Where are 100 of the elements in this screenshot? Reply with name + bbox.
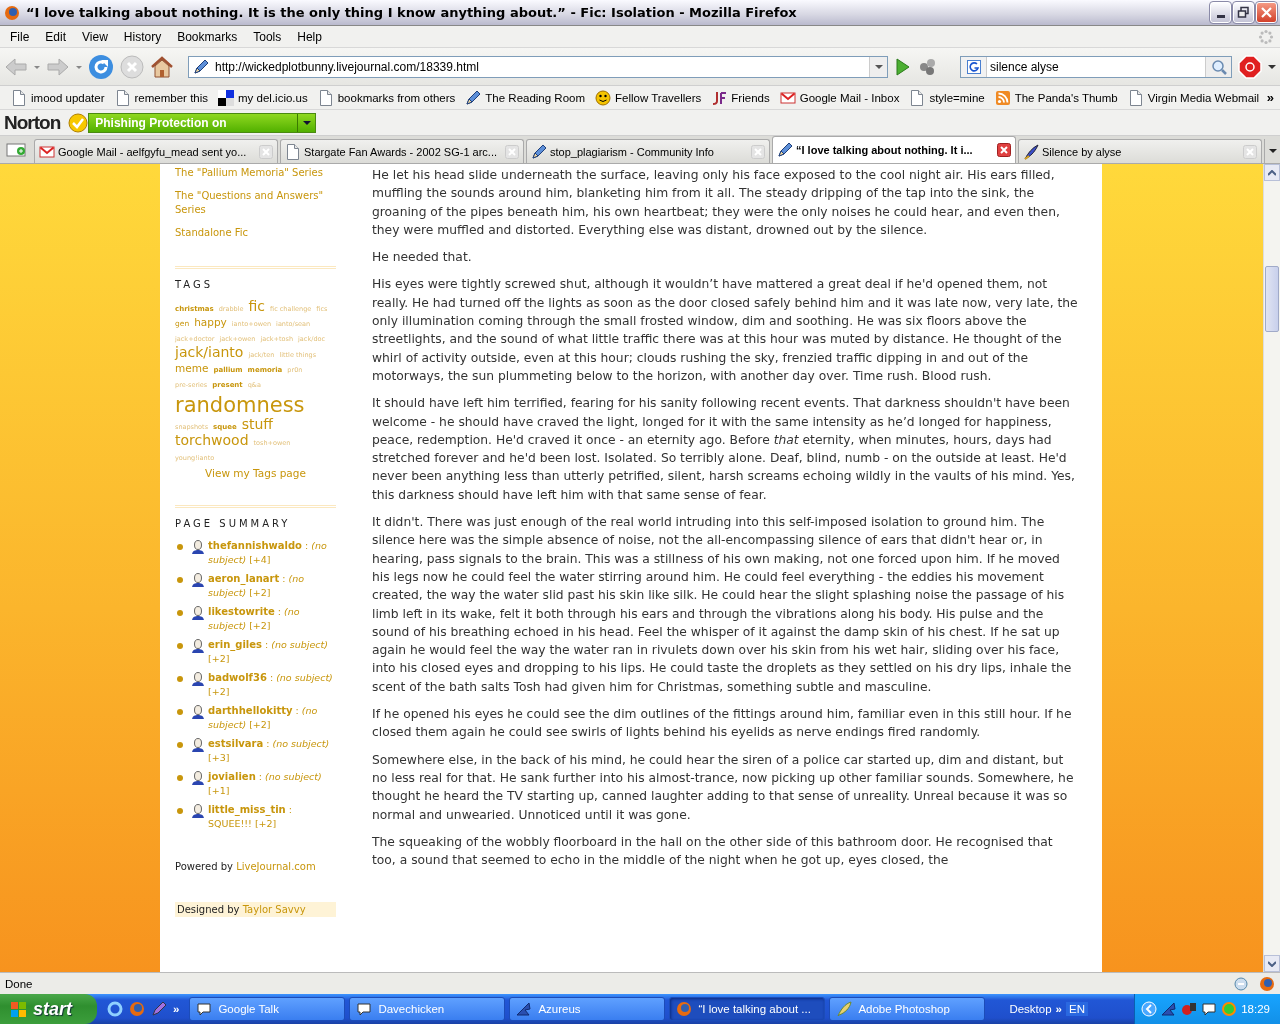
menu-item[interactable]: File (4, 27, 36, 46)
series-link[interactable]: Standalone Fic (175, 226, 336, 240)
dropdown-caret-icon[interactable] (874, 64, 883, 69)
tag-link[interactable]: fic (248, 300, 266, 313)
bookmark-item[interactable]: bookmarks from others (312, 87, 461, 108)
taskbar-button[interactable]: Davechicken (349, 997, 506, 1021)
envelope-icon (39, 143, 55, 160)
livejournal-link[interactable]: LiveJournal.com (236, 861, 316, 872)
taskbar-button[interactable]: “I love talking about ... (669, 997, 826, 1021)
user-icon[interactable] (189, 737, 205, 752)
tab-list-caret-icon[interactable] (1268, 149, 1277, 153)
caret-icon[interactable] (76, 65, 82, 68)
new-tab-icon[interactable] (6, 141, 26, 159)
tray-app-icon[interactable] (1181, 1001, 1198, 1017)
dropdown-caret-icon[interactable] (302, 120, 311, 125)
tab-close-icon[interactable] (997, 143, 1011, 157)
user-icon[interactable] (189, 671, 205, 686)
user-icon[interactable] (189, 803, 205, 818)
cluster-icon[interactable] (918, 57, 936, 76)
start-button[interactable]: start (0, 994, 97, 1024)
tags-page-link[interactable]: View my Tags page (175, 467, 336, 479)
bookmark-item[interactable]: Virgin Media Webmail (1122, 87, 1265, 108)
home-icon[interactable] (150, 54, 174, 79)
desktop-toolbar-label[interactable]: Desktop (1009, 1003, 1052, 1015)
page-summary-entry[interactable]: darthhellokitty : (no subject) [+2] (208, 704, 336, 732)
browser-tab[interactable]: stop_plagiarism - Community Info (526, 139, 770, 163)
taskbar-button[interactable]: Google Talk (189, 997, 346, 1021)
series-link[interactable]: The "Pallium Memoria" Series (175, 166, 336, 180)
language-indicator[interactable]: EN (1066, 1002, 1088, 1016)
menu-item[interactable]: Help (291, 27, 328, 46)
page-summary-entry[interactable]: aeron_lanart : (no subject) [+2] (208, 572, 336, 600)
envelope-icon (779, 89, 796, 106)
address-field[interactable]: http://wickedplotbunny.livejournal.com/18339.html (188, 55, 888, 78)
pen-icon[interactable] (151, 1001, 167, 1017)
search-icon[interactable] (1210, 58, 1227, 75)
tag-link[interactable]: stuff (241, 418, 273, 431)
menu-item[interactable]: Tools (247, 27, 288, 46)
restore-button[interactable] (1233, 2, 1254, 23)
user-icon[interactable] (189, 638, 205, 653)
browser-tab[interactable]: “I love talking about nothing. It i... (772, 136, 1016, 163)
bookmark-item[interactable]: imood updater (6, 87, 110, 108)
scroll-down-icon[interactable] (1268, 960, 1276, 967)
scroll-up-icon[interactable] (1268, 169, 1276, 176)
bookmark-item[interactable]: Google Mail - Inbox (774, 87, 905, 108)
designer-link[interactable]: Taylor Savvy (242, 904, 306, 915)
firefox-icon[interactable] (1259, 975, 1275, 992)
sync-icon[interactable] (1233, 975, 1249, 992)
toolbar-more[interactable]: » (1055, 1003, 1062, 1015)
bookmark-item[interactable]: Friends (706, 87, 775, 108)
series-link[interactable]: The "Questions and Answers" Series (175, 189, 336, 217)
close-button[interactable] (1256, 2, 1277, 23)
browser-tab[interactable]: Silence by alyse (1018, 139, 1262, 163)
bookmark-item[interactable]: The Reading Room (460, 87, 591, 108)
user-icon[interactable] (189, 770, 205, 785)
reload-icon[interactable] (88, 53, 114, 80)
taskbar-button[interactable]: Azureus (509, 997, 666, 1021)
vertical-scrollbar[interactable] (1263, 164, 1280, 972)
bookmark-item[interactable]: Fellow Travellers (590, 87, 707, 108)
overflow-chevron[interactable]: » (1266, 90, 1274, 105)
go-arrow-icon[interactable] (894, 56, 912, 77)
restore-icon (1237, 6, 1250, 19)
tag-link[interactable]: jack/ianto (175, 346, 244, 359)
bookmark-item[interactable]: The Panda's Thumb (989, 87, 1123, 108)
scroll-thumb[interactable] (1265, 266, 1279, 332)
page-summary-entry[interactable]: badwolf36 : (no subject) [+2] (208, 671, 336, 699)
page-summary-entry[interactable]: jovialien : (no subject) [+1] (208, 770, 336, 798)
swoosh-icon (1161, 1001, 1178, 1017)
user-icon[interactable] (189, 539, 205, 554)
story-paragraph: It should have left him terrified, fearing for his sanity following recent events. That darkness shouldn't have been welcome - he should have craved the light, longed for it with the same intensity as he’d longed for happiness, peace, redemption. He'd craved it once - an eternity ago. Before that eternity, when minutes, hours, days had stretched forever and he'd been lost. Isolated. So terribly alone. Deaf, blind, numb - on the outside at least. He'd never been anything less than utterly petrified, silent, harsh screams echoing wildly in the vaults of his mind. Yes, this darkness should have left him with that same sense of fear. (372, 395, 1076, 504)
page-summary-entry[interactable]: erin_giles : (no subject) [+2] (208, 638, 336, 666)
menu-item[interactable]: Edit (39, 27, 73, 46)
menu-item[interactable]: Bookmarks (171, 27, 244, 46)
bookmark-item[interactable]: remember this (109, 87, 214, 108)
menu-item[interactable]: History (117, 27, 168, 46)
taskbar-button[interactable]: Adobe Photoshop (829, 997, 986, 1021)
bookmark-item[interactable]: my del.icio.us (213, 87, 313, 108)
search-field[interactable]: silence alyse (960, 55, 1232, 78)
page-summary-entry[interactable]: little_miss_tin : SQUEE!!! [+2] (208, 803, 336, 831)
stop-sign-icon[interactable] (1238, 54, 1262, 79)
tag-link[interactable]: happy (194, 316, 227, 329)
user-icon[interactable] (189, 704, 205, 719)
bookmark-item[interactable]: style=mine (904, 87, 990, 108)
tag-link[interactable]: meme (175, 362, 209, 375)
page-summary-entry[interactable]: estsilvara : (no subject) [+3] (208, 737, 336, 765)
minimize-button[interactable] (1210, 2, 1231, 23)
ring-icon[interactable] (107, 1001, 123, 1017)
tag-link[interactable]: torchwood (175, 434, 249, 447)
page-summary-entry[interactable]: thefannishwaldo : (no subject) [+4] (208, 539, 336, 567)
user-icon[interactable] (189, 605, 205, 620)
page-summary-entry[interactable]: likestowrite : (no subject) [+2] (208, 605, 336, 633)
dropdown-caret-icon[interactable] (1268, 64, 1276, 69)
quick-launch-more[interactable]: » (173, 1003, 180, 1015)
phishing-protection-button[interactable]: Phishing Protection on (88, 112, 317, 133)
tag-link[interactable]: randomness (175, 392, 305, 418)
menu-item[interactable]: View (76, 27, 114, 46)
search-engine-icon[interactable] (966, 59, 981, 74)
caret-icon[interactable] (34, 65, 40, 68)
browser-tab[interactable]: Stargate Fan Awards - 2002 SG-1 arc... (280, 139, 524, 163)
browser-tab[interactable]: Google Mail - aelfgyfu_mead sent yo... (34, 139, 278, 163)
user-icon[interactable] (189, 572, 205, 587)
